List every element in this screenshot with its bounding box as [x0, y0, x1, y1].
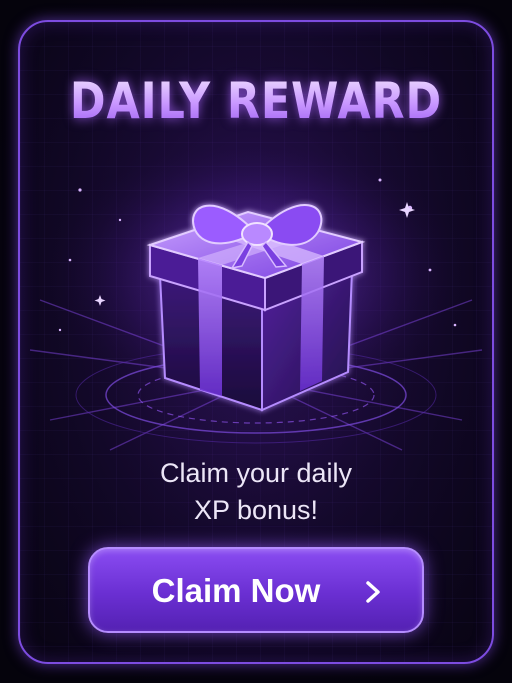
gift-box-icon	[146, 204, 366, 412]
reward-screen: DAILY REWARD Claim your daily XP bonus! …	[0, 0, 512, 683]
reward-description-line-2: XP bonus!	[193, 495, 319, 525]
page-title: DAILY REWARD	[36, 72, 476, 130]
reward-description-line-1: Claim your daily	[159, 458, 353, 488]
claim-now-label: Claim Now	[151, 572, 321, 609]
gift-scene	[26, 150, 486, 451]
claim-now-button[interactable]: Claim Now	[88, 547, 424, 633]
reward-description: Claim your daily XP bonus!	[0, 455, 512, 529]
chevron-right-icon	[366, 581, 380, 603]
